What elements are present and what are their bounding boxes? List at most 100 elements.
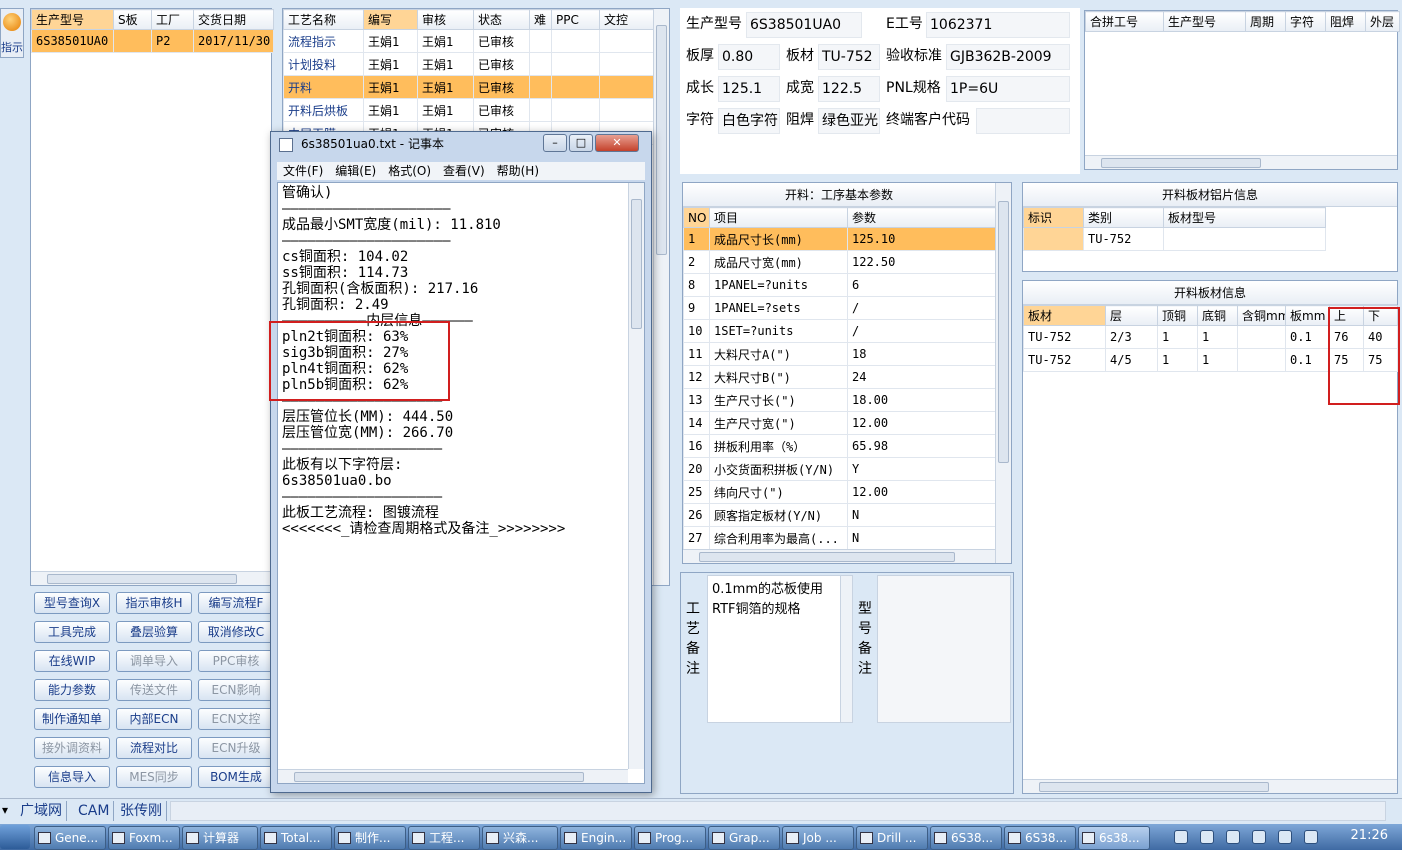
column-header[interactable]: 参数 [847,207,996,228]
table-row[interactable]: 流程指示 王娟1 王娟1 已审核 [283,29,654,53]
table-row[interactable]: 6S38501UA0 P2 2017/11/30 [31,29,274,53]
action-button[interactable]: 在线WIP [34,650,110,672]
taskbar-item[interactable]: 6S38... [930,826,1002,850]
column-header[interactable]: 合拼工号 [1085,11,1164,32]
table-row[interactable]: 16 拼板利用率（%） 65.98 [683,434,996,458]
process-vscroll[interactable] [653,9,669,585]
process-note-box[interactable]: 0.1mm的芯板使用RTF铜箔的规格 [707,575,853,723]
table-row[interactable]: 14 生产尺寸宽(") 12.00 [683,411,996,435]
column-header[interactable]: PPC [551,9,600,30]
column-header[interactable]: 周期 [1245,11,1286,32]
action-button[interactable]: ECN升级 [198,737,274,759]
minimize-button[interactable]: – [543,134,567,152]
taskbar-item[interactable]: 6s38... [1078,826,1150,850]
action-button[interactable]: 能力参数 [34,679,110,701]
status-item[interactable]: 张传刚 [116,801,167,821]
start-button[interactable] [0,825,30,849]
table-row[interactable]: 8 1PANEL=?units 6 [683,273,996,297]
close-button[interactable]: ✕ [595,134,639,152]
taskbar-item[interactable]: Engin... [560,826,632,850]
column-header[interactable]: 项目 [709,207,848,228]
column-header[interactable]: 层 [1105,305,1158,326]
table-row[interactable]: 1 成品尺寸长(mm) 125.10 [683,227,996,251]
action-button[interactable]: 内部ECN [116,708,192,730]
column-header[interactable]: 字符 [1285,11,1326,32]
taskbar-item[interactable]: Job ... [782,826,854,850]
table-row[interactable]: 开料后烘板 王娟1 王娟1 已审核 [283,98,654,122]
table-row[interactable]: 27 综合利用率为最高(... N [683,526,996,550]
column-header[interactable]: 难 [529,9,552,30]
maximize-button[interactable]: □ [569,134,593,152]
computer-icon[interactable] [1304,830,1318,844]
action-button[interactable]: ECN文控 [198,708,274,730]
table-row[interactable]: 12 大料尺寸B(") 24 [683,365,996,389]
notepad-menu-item[interactable]: 编辑(E) [335,164,376,178]
action-button[interactable]: 型号查询X [34,592,110,614]
table-row[interactable]: 25 纬向尺寸(") 12.00 [683,480,996,504]
notepad-menu-item[interactable]: 查看(V) [443,164,485,178]
action-button[interactable]: 叠层验算 [116,621,192,643]
taskbar-item[interactable]: Grap... [708,826,780,850]
param-hscroll[interactable] [683,549,995,563]
column-header[interactable]: 交货日期 [193,9,274,30]
action-button[interactable]: 接外调资料 [34,737,110,759]
table-row[interactable]: 20 小交货面积拼板(Y/N) Y [683,457,996,481]
action-button[interactable]: ECN影响 [198,679,274,701]
taskbar-item[interactable]: Drill ... [856,826,928,850]
column-header[interactable]: NO [683,207,710,228]
action-button[interactable]: 指示审核H [116,592,192,614]
action-button[interactable]: 制作通知单 [34,708,110,730]
model-note-box[interactable] [877,575,1011,723]
table-row[interactable]: 26 顾客指定板材(Y/N) N [683,503,996,527]
column-header[interactable]: 审核 [417,9,474,30]
instruction-icon[interactable] [3,13,21,31]
param-vscroll[interactable] [995,183,1011,563]
action-button[interactable]: BOM生成 [198,766,274,788]
column-header[interactable]: 阻焊 [1325,11,1366,32]
table-row[interactable]: 2 成品尺寸宽(mm) 122.50 [683,250,996,274]
notepad-menu-item[interactable]: 帮助(H) [497,164,539,178]
column-header[interactable]: 标识 [1023,207,1084,228]
table-row[interactable]: 11 大料尺寸A(") 18 [683,342,996,366]
column-header[interactable]: 板材型号 [1163,207,1326,228]
help-icon[interactable] [1200,830,1214,844]
notepad-menu-item[interactable]: 文件(F) [283,164,323,178]
merge-hscroll[interactable] [1085,155,1397,169]
arrow-icon[interactable] [1278,830,1292,844]
action-button[interactable]: 工具完成 [34,621,110,643]
table-row[interactable]: 9 1PANEL=?sets / [683,296,996,320]
network-icon[interactable] [1226,830,1240,844]
column-header[interactable]: 生产型号 [31,9,114,30]
column-header[interactable]: 板材 [1023,305,1106,326]
volume-icon[interactable] [1252,830,1266,844]
order-hscroll[interactable] [31,571,271,585]
taskbar-item[interactable]: Total... [260,826,332,850]
action-button[interactable]: 编写流程F [198,592,274,614]
keyboard-icon[interactable] [1174,830,1188,844]
table-row[interactable]: 13 生产尺寸长(") 18.00 [683,388,996,412]
process-note-vscroll[interactable] [840,576,852,722]
column-header[interactable]: 文控 [599,9,654,30]
taskbar-item[interactable]: Foxm... [108,826,180,850]
notepad-menu-item[interactable]: 格式(O) [388,164,431,178]
notepad-vscroll[interactable] [628,183,644,769]
taskbar-item[interactable]: 制作... [334,826,406,850]
action-button[interactable]: 信息导入 [34,766,110,788]
status-dropdown-icon[interactable]: ▾ [2,803,8,817]
action-button[interactable]: 调单导入 [116,650,192,672]
taskbar-item[interactable]: 兴森... [482,826,558,850]
taskbar-item[interactable]: Gene... [34,826,106,850]
table-row[interactable]: TU-752 [1023,227,1326,251]
column-header[interactable]: 类别 [1083,207,1164,228]
sheet-hscroll[interactable] [1023,779,1397,793]
status-item[interactable]: 广域网 [16,801,67,821]
column-header[interactable]: 含铜mm [1237,305,1286,326]
table-row[interactable]: 10 1SET=?units / [683,319,996,343]
column-header[interactable]: 编写 [363,9,418,30]
taskbar-item[interactable]: Prog... [634,826,706,850]
column-header[interactable]: 板mm [1285,305,1330,326]
column-header[interactable]: 底铜 [1197,305,1238,326]
taskbar-clock[interactable]: 21:26 [1351,828,1388,843]
action-button[interactable]: 流程对比 [116,737,192,759]
action-button[interactable]: PPC审核 [198,650,274,672]
